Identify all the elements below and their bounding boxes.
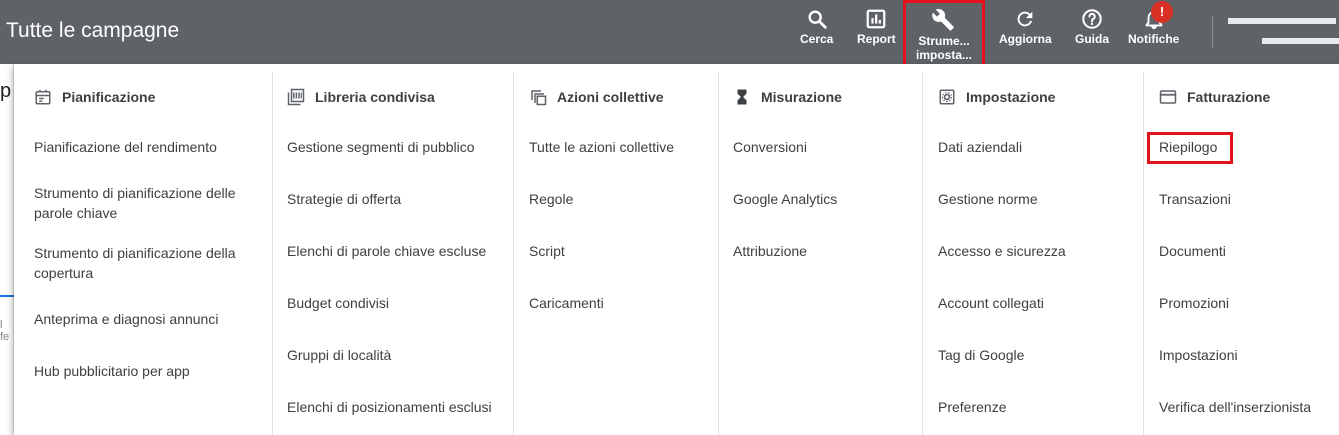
menu-item-conversions[interactable]: Conversioni	[733, 137, 807, 157]
credit-card-icon	[1159, 90, 1177, 104]
background-partial-text: l fe	[0, 319, 10, 343]
settings-icon	[939, 89, 955, 105]
menu-item-attribution[interactable]: Attribuzione	[733, 241, 807, 261]
report-icon	[866, 9, 886, 29]
search-label: Cerca	[800, 32, 834, 46]
menu-item-policy-manager[interactable]: Gestione norme	[938, 189, 1038, 209]
menu-column-billing: Fatturazione Riepilogo Transazioni Docum…	[1143, 72, 1339, 435]
refresh-button[interactable]: Aggiorna	[999, 8, 1052, 46]
notification-badge: !	[1151, 1, 1173, 23]
menu-item-uploads[interactable]: Caricamenti	[529, 293, 604, 313]
billing-summary-highlight-box	[1147, 132, 1233, 164]
menu-item-negative-keyword-lists[interactable]: Elenchi di parole chiave escluse	[287, 241, 486, 261]
menu-item-app-advertising-hub[interactable]: Hub pubblicitario per app	[34, 361, 190, 381]
toolbar-divider	[1212, 16, 1213, 48]
account-email-redacted	[1262, 38, 1339, 44]
column-header-bulk-actions: Azioni collettive	[529, 87, 664, 107]
menu-item-audience-manager[interactable]: Gestione segmenti di pubblico	[287, 137, 475, 157]
copy-icon	[531, 90, 547, 106]
background-edge	[0, 64, 14, 435]
menu-item-ad-preview[interactable]: Anteprima e diagnosi annunci	[34, 309, 218, 329]
account-name-redacted	[1228, 18, 1336, 24]
menu-item-billing-settings[interactable]: Impostazioni	[1159, 345, 1238, 365]
menu-item-preferences[interactable]: Preferenze	[938, 397, 1006, 417]
menu-item-linked-accounts[interactable]: Account collegati	[938, 293, 1044, 313]
column-title: Libreria condivisa	[315, 89, 435, 105]
tools-highlight-box	[903, 0, 985, 72]
menu-column-shared-library: Libreria condivisa Gestione segmenti di …	[272, 72, 513, 435]
menu-column-planning: Pianificazione Pianificazione del rendim…	[34, 72, 272, 435]
account-info[interactable]	[1226, 14, 1339, 50]
column-title: Impostazione	[966, 89, 1056, 105]
search-button[interactable]: Cerca	[800, 8, 833, 46]
column-header-planning: Pianificazione	[34, 87, 155, 107]
column-title: Azioni collettive	[557, 89, 664, 105]
menu-item-business-data[interactable]: Dati aziendali	[938, 137, 1022, 157]
menu-item-google-analytics[interactable]: Google Analytics	[733, 189, 837, 209]
help-button[interactable]: Guida	[1075, 8, 1109, 46]
column-header-measurement: Misurazione	[733, 87, 842, 107]
menu-item-performance-planner[interactable]: Pianificazione del rendimento	[34, 137, 217, 157]
page-title: Tutte le campagne	[6, 19, 180, 42]
menu-item-rules[interactable]: Regole	[529, 189, 573, 209]
menu-item-location-groups[interactable]: Gruppi di località	[287, 345, 391, 365]
refresh-icon	[1017, 11, 1033, 27]
help-label: Guida	[1075, 32, 1110, 46]
menu-item-shared-budgets[interactable]: Budget condivisi	[287, 293, 389, 313]
menu-item-documents[interactable]: Documenti	[1159, 241, 1226, 261]
report-label: Report	[857, 32, 896, 46]
top-bar: Tutte le campagne Cerca Report Strume...…	[0, 0, 1339, 72]
calendar-icon	[35, 89, 51, 105]
column-title: Pianificazione	[62, 89, 156, 105]
search-icon	[808, 10, 827, 29]
menu-column-bulk-actions: Azioni collettive Tutte le azioni collet…	[513, 72, 718, 435]
tools-menu: Pianificazione Pianificazione del rendim…	[14, 64, 1339, 435]
background-partial-letter: p	[0, 80, 12, 102]
notifications-label: Notifiche	[1128, 32, 1180, 46]
column-header-setup: Impostazione	[938, 87, 1055, 107]
menu-item-placement-exclusion-lists[interactable]: Elenchi di posizionamenti esclusi	[287, 397, 492, 417]
help-icon	[1082, 9, 1102, 29]
background-page: p l fe	[0, 64, 14, 435]
menu-item-all-bulk-actions[interactable]: Tutte le azioni collettive	[529, 137, 674, 157]
refresh-label: Aggiorna	[999, 32, 1052, 46]
column-title: Fatturazione	[1187, 89, 1271, 105]
menu-item-scripts[interactable]: Script	[529, 241, 565, 261]
column-header-billing: Fatturazione	[1159, 87, 1270, 107]
menu-item-keyword-planner[interactable]: Strumento di pianificazione delle parole…	[34, 183, 254, 223]
column-title: Misurazione	[761, 89, 842, 105]
menu-column-setup: Impostazione Dati aziendali Gestione nor…	[922, 72, 1143, 435]
menu-item-reach-planner[interactable]: Strumento di pianificazione della copert…	[34, 243, 254, 283]
menu-item-advertiser-verification[interactable]: Verifica dell'inserzionista	[1159, 397, 1311, 417]
hourglass-icon	[737, 89, 747, 105]
menu-item-promotions[interactable]: Promozioni	[1159, 293, 1229, 313]
report-button[interactable]: Report	[857, 8, 896, 46]
library-icon	[287, 88, 305, 106]
column-header-shared-library: Libreria condivisa	[287, 87, 435, 107]
menu-item-transactions[interactable]: Transazioni	[1159, 189, 1231, 209]
background-tab-underline	[0, 295, 14, 297]
menu-column-measurement: Misurazione Conversioni Google Analytics…	[718, 72, 922, 435]
menu-item-google-tag[interactable]: Tag di Google	[938, 345, 1024, 365]
menu-item-bid-strategies[interactable]: Strategie di offerta	[287, 189, 401, 209]
menu-item-access-security[interactable]: Accesso e sicurezza	[938, 241, 1066, 261]
